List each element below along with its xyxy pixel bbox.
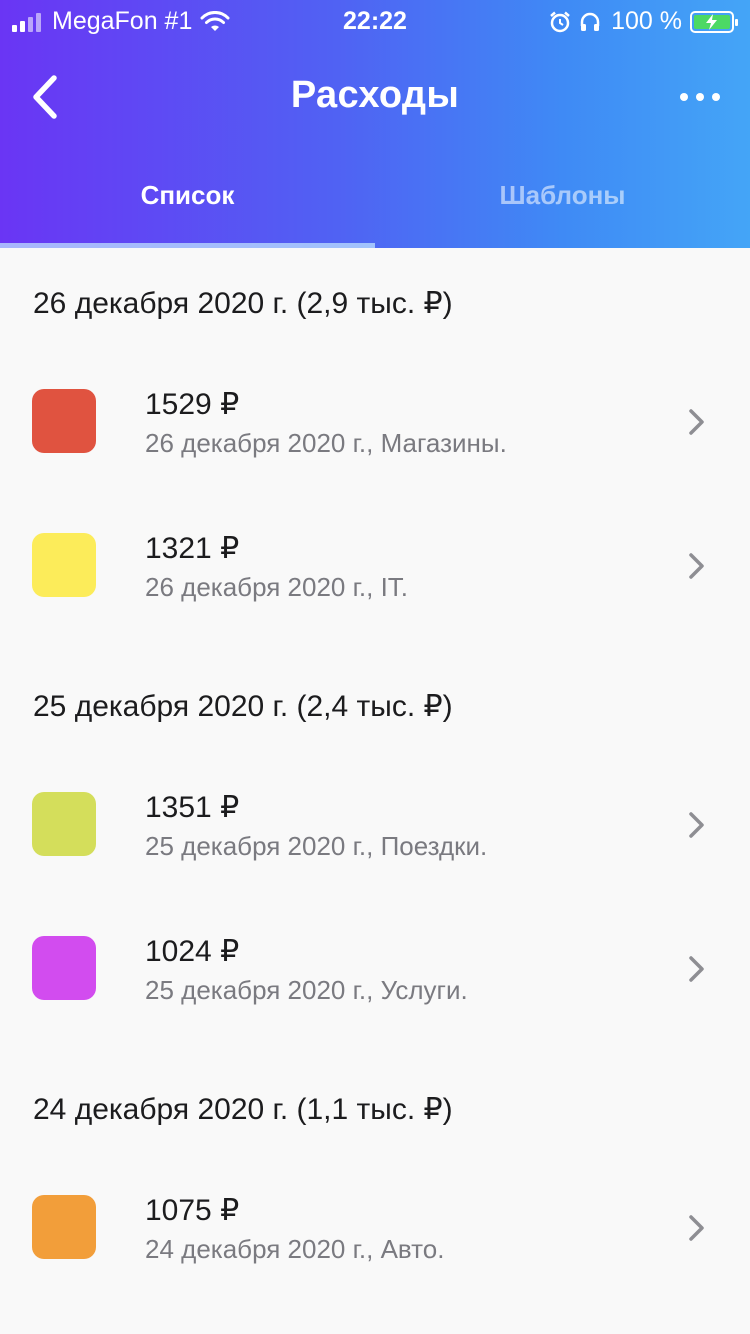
more-dot (696, 93, 704, 101)
status-right: 100 % (541, 7, 738, 36)
expense-item[interactable]: 1351 ₽ 25 декабря 2020 г., Поездки. (0, 766, 750, 910)
date-group-header: 24 декабря 2020 г. (1,1 тыс. ₽) (33, 1093, 453, 1126)
expense-amount: 1075 ₽ (145, 1194, 240, 1227)
expense-amount: 1024 ₽ (145, 935, 240, 968)
chevron-right-icon (689, 812, 704, 838)
more-dot (712, 93, 720, 101)
date-group-header: 26 декабря 2020 г. (2,9 тыс. ₽) (33, 287, 453, 320)
expense-details: 24 декабря 2020 г., Авто. (145, 1234, 445, 1264)
status-bar: MegaFon #1 22:22 100 % (0, 0, 750, 40)
battery-icon (690, 10, 738, 33)
category-color-swatch (32, 389, 96, 453)
category-color-swatch (32, 792, 96, 856)
expense-amount: 1351 ₽ (145, 791, 240, 824)
more-horizontal-icon (680, 93, 688, 101)
expense-amount: 1529 ₽ (145, 388, 240, 421)
category-color-swatch (32, 936, 96, 1000)
battery-percent: 100 % (611, 7, 682, 35)
chevron-right-icon (689, 409, 704, 435)
category-color-swatch (32, 1195, 96, 1259)
expense-item[interactable]: 1024 ₽ 25 декабря 2020 г., Услуги. (0, 910, 750, 1054)
expense-details: 25 декабря 2020 г., Услуги. (145, 975, 468, 1005)
alarm-icon (550, 11, 570, 32)
expense-item[interactable]: 1321 ₽ 26 декабря 2020 г., IT. (0, 507, 750, 651)
app-header: MegaFon #1 22:22 100 % Расходы Список Ша… (0, 0, 750, 248)
expense-details: 25 декабря 2020 г., Поездки. (145, 831, 488, 861)
category-color-swatch (32, 533, 96, 597)
page-title: Расходы (290, 74, 460, 116)
expense-list: 26 декабря 2020 г. (2,9 тыс. ₽) 1529 ₽ 2… (0, 248, 750, 1313)
chevron-right-icon (689, 553, 704, 579)
expense-details: 26 декабря 2020 г., IT. (145, 572, 409, 602)
expense-item[interactable]: 1529 ₽ 26 декабря 2020 г., Магазины. (0, 363, 750, 507)
more-button[interactable] (680, 82, 720, 112)
expense-item[interactable]: 1075 ₽ 24 декабря 2020 г., Авто. (0, 1169, 750, 1313)
chevron-right-icon (689, 956, 704, 982)
chevron-right-icon (689, 1215, 704, 1241)
expense-amount: 1321 ₽ (145, 532, 240, 565)
tab-templates[interactable]: Шаблоны (375, 180, 750, 220)
headphones-icon (580, 12, 600, 31)
tab-list[interactable]: Список (0, 180, 375, 220)
date-group-header: 25 декабря 2020 г. (2,4 тыс. ₽) (33, 690, 453, 723)
expense-details: 26 декабря 2020 г., Магазины. (145, 428, 507, 458)
